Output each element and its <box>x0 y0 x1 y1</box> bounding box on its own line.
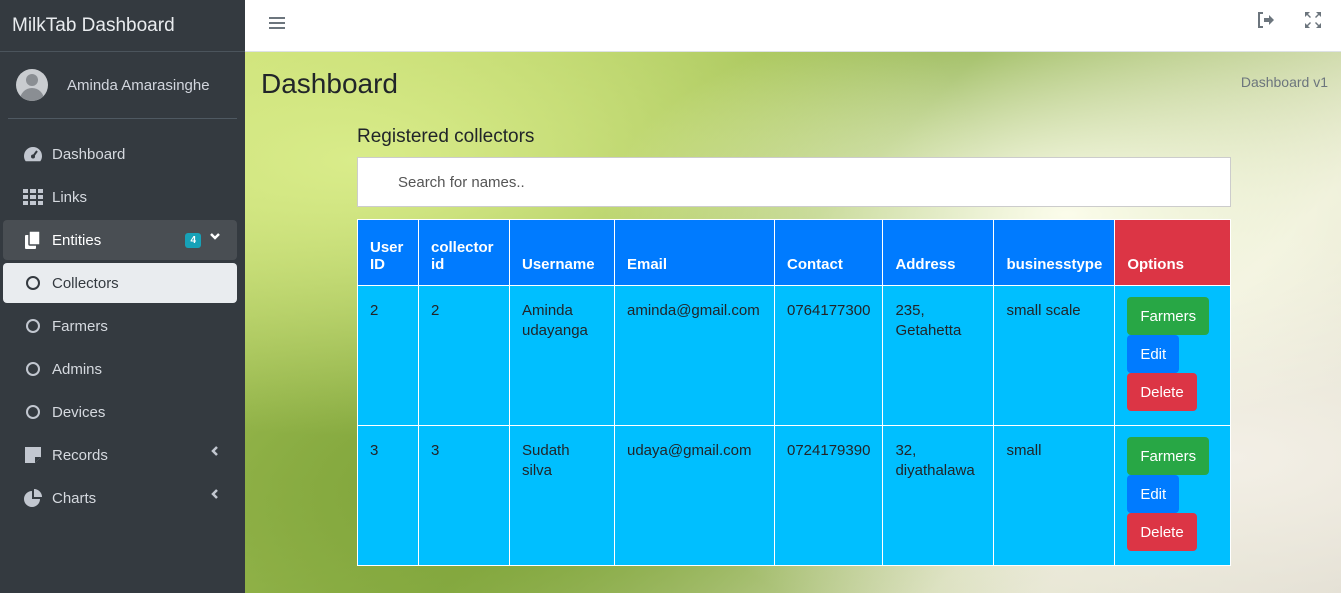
copy-icon <box>22 231 44 249</box>
circle-icon <box>22 403 44 421</box>
circle-icon <box>22 317 44 335</box>
sidebar-item-label: Links <box>52 188 88 206</box>
cell-username: Sudath silva <box>509 425 615 566</box>
table-row: 2 2 Aminda udayanga aminda@gmail.com 076… <box>357 285 1231 426</box>
sidebar-item-charts[interactable]: Charts <box>3 478 237 518</box>
section-title: Registered collectors <box>357 126 535 147</box>
sidebar: MilkTab Dashboard Aminda Amarasinghe Das… <box>0 0 245 593</box>
breadcrumb[interactable]: Dashboard v1 <box>1241 74 1328 90</box>
sidebar-item-label: Records <box>52 446 108 464</box>
column-header: businesstype <box>993 219 1116 286</box>
user-name[interactable]: Aminda Amarasinghe <box>67 77 210 94</box>
cell-options: Farmers Edit Delete <box>1114 285 1231 426</box>
column-header: collector id <box>418 219 510 286</box>
cell-collector-id: 3 <box>418 425 510 566</box>
table-header-row: User ID collector id Username Email Cont… <box>357 219 1231 286</box>
search-input[interactable] <box>357 157 1231 207</box>
grid-icon <box>22 188 44 206</box>
sidebar-item-dashboard[interactable]: Dashboard <box>3 134 237 174</box>
cell-email: udaya@gmail.com <box>614 425 775 566</box>
collectors-table: User ID collector id Username Email Cont… <box>357 219 1231 566</box>
sidebar-item-label: Dashboard <box>52 145 126 163</box>
sidebar-item-collectors[interactable]: Collectors <box>3 263 237 303</box>
cell-username: Aminda udayanga <box>509 285 615 426</box>
cell-contact: 0724179390 <box>773 425 884 566</box>
cell-collector-id: 2 <box>418 285 510 426</box>
circle-icon <box>22 360 44 378</box>
tachometer-icon <box>22 145 44 163</box>
top-navbar <box>245 0 1341 52</box>
sidebar-item-label: Devices <box>52 403 106 421</box>
logout-icon[interactable] <box>1257 12 1275 33</box>
cell-address: 32, diyathalawa <box>882 425 995 566</box>
column-header: Options <box>1114 219 1231 286</box>
sidebar-nav: Dashboard Links Entities 4 Collectors Fa… <box>0 119 245 518</box>
chevron-left-icon <box>209 445 221 460</box>
farmers-button[interactable]: Farmers <box>1127 297 1210 335</box>
cell-options: Farmers Edit Delete <box>1114 425 1231 566</box>
edit-button[interactable]: Edit <box>1127 475 1180 513</box>
delete-button[interactable]: Delete <box>1127 513 1197 551</box>
cell-businesstype: small <box>993 425 1116 566</box>
edit-button[interactable]: Edit <box>1127 335 1180 373</box>
sidebar-item-label: Charts <box>52 489 97 507</box>
cell-contact: 0764177300 <box>773 285 884 426</box>
column-header: Address <box>882 219 995 286</box>
sidebar-item-label: Collectors <box>52 274 119 292</box>
brand-title[interactable]: MilkTab Dashboard <box>0 0 245 52</box>
chevron-left-icon <box>209 488 221 503</box>
fullscreen-icon[interactable] <box>1305 12 1321 33</box>
chevron-down-icon <box>209 230 221 245</box>
cell-businesstype: small scale <box>993 285 1116 426</box>
sidebar-item-links[interactable]: Links <box>3 177 237 217</box>
cell-user-id: 2 <box>357 285 419 426</box>
avatar <box>16 69 48 101</box>
cell-address: 235, Getahetta <box>882 285 995 426</box>
user-panel: Aminda Amarasinghe <box>8 52 237 119</box>
column-header: Username <box>509 219 615 286</box>
column-header: Contact <box>773 219 884 286</box>
count-badge: 4 <box>185 233 201 248</box>
delete-button[interactable]: Delete <box>1127 373 1197 411</box>
table-row: 3 3 Sudath silva udaya@gmail.com 0724179… <box>357 425 1231 566</box>
main-content: Dashboard Dashboard v1 Registered collec… <box>245 52 1341 593</box>
farmers-button[interactable]: Farmers <box>1127 437 1210 475</box>
sidebar-item-label: Admins <box>52 360 103 378</box>
sidebar-item-entities[interactable]: Entities 4 <box>3 220 237 260</box>
sticky-note-icon <box>22 446 44 464</box>
sidebar-item-farmers[interactable]: Farmers <box>3 306 237 346</box>
sidebar-item-label: Entities <box>52 231 102 249</box>
cell-email: aminda@gmail.com <box>614 285 775 426</box>
pie-chart-icon <box>22 489 44 507</box>
circle-icon <box>22 274 44 292</box>
page-title: Dashboard <box>261 68 398 99</box>
sidebar-item-label: Farmers <box>52 317 108 335</box>
sidebar-item-records[interactable]: Records <box>3 435 237 475</box>
column-header: Email <box>614 219 775 286</box>
sidebar-item-devices[interactable]: Devices <box>3 392 237 432</box>
hamburger-menu-icon[interactable] <box>269 14 285 35</box>
cell-user-id: 3 <box>357 425 419 566</box>
sidebar-item-admins[interactable]: Admins <box>3 349 237 389</box>
column-header: User ID <box>357 219 419 286</box>
